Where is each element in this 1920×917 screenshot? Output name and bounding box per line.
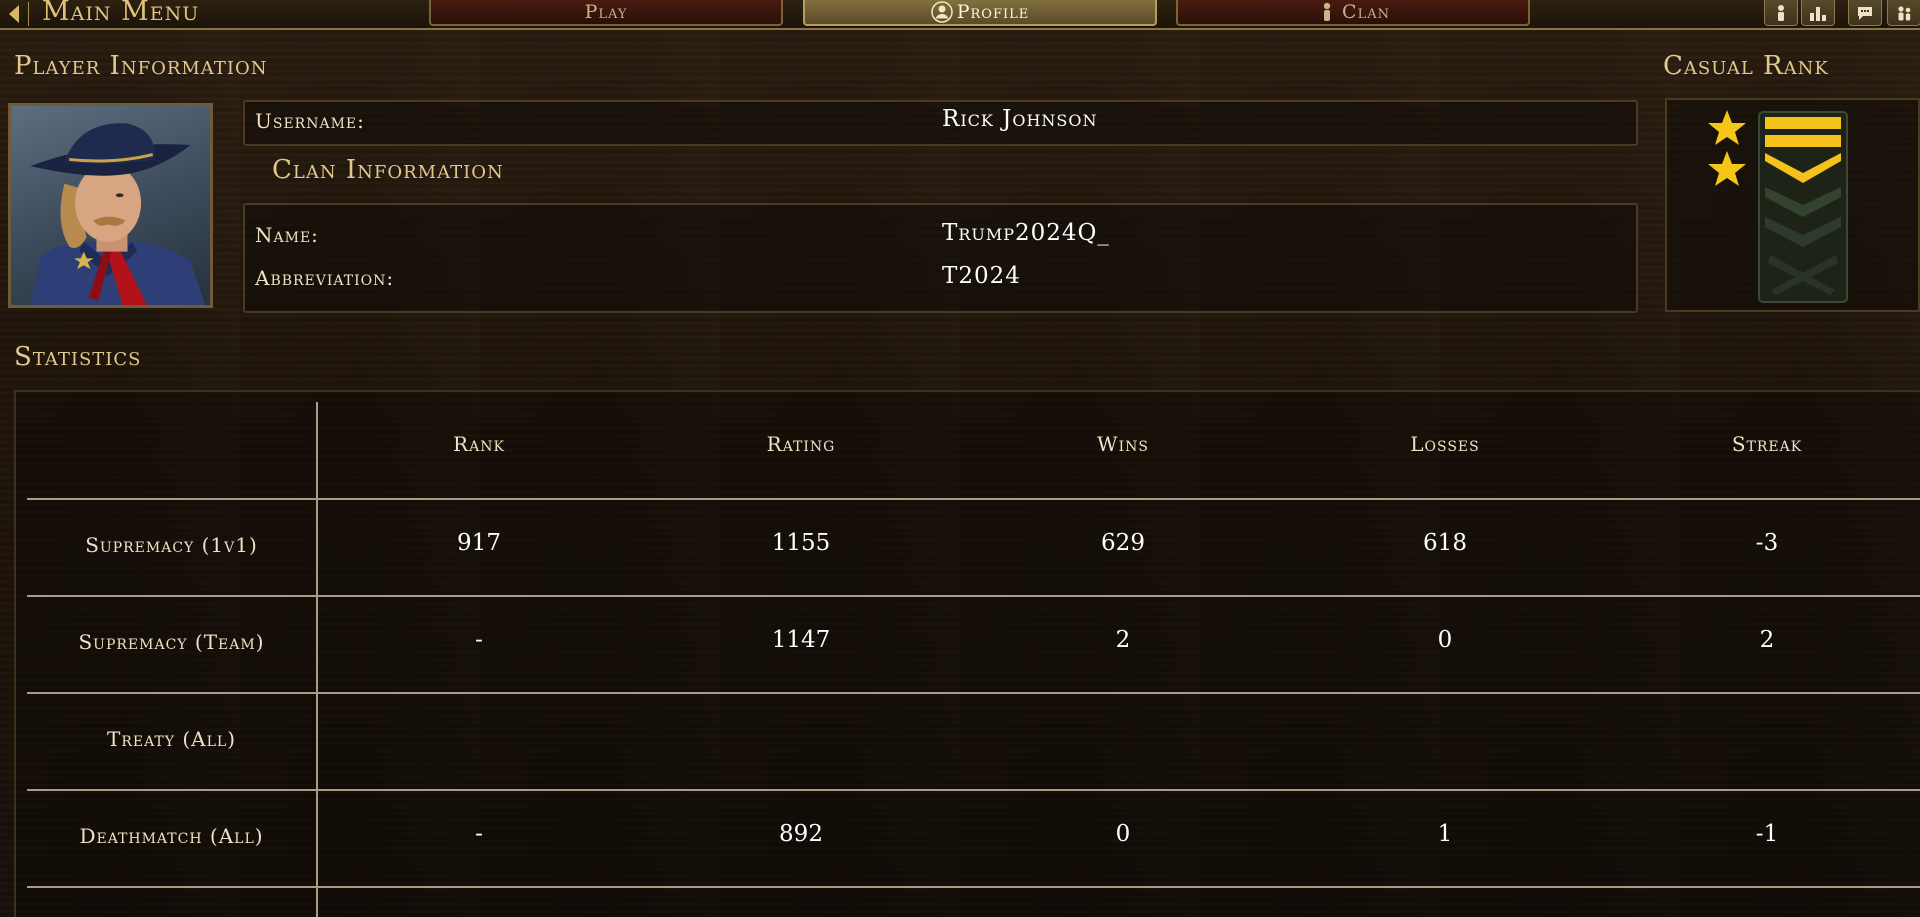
chat-icon[interactable] xyxy=(1848,0,1882,26)
clan-abbreviation-value: T2024 xyxy=(942,263,1021,289)
avatar-portrait-image xyxy=(30,123,206,305)
column-header-losses: Losses xyxy=(1410,432,1480,456)
username-value: Rick Johnson xyxy=(942,106,1098,132)
table-cell: 1147 xyxy=(771,627,831,653)
row-header-supremacy-1v1: Supremacy (1v1) xyxy=(85,533,258,557)
person-icon[interactable] xyxy=(1764,0,1798,26)
back-arrow-icon[interactable] xyxy=(0,0,28,28)
table-divider xyxy=(27,692,1920,694)
rank-insignia-icon xyxy=(1708,110,1848,303)
row-header-deathmatch: Deathmatch (All) xyxy=(79,824,264,848)
player-avatar xyxy=(8,103,213,308)
table-cell: 0 xyxy=(1437,627,1453,653)
table-cell: - xyxy=(475,627,483,653)
tab-play[interactable]: Play xyxy=(429,0,783,26)
leaderboard-icon[interactable] xyxy=(1801,0,1835,26)
friends-icon[interactable] xyxy=(1887,0,1920,26)
row-header-treaty: Treaty (All) xyxy=(106,727,237,751)
statistics-heading: Statistics xyxy=(14,342,142,372)
username-box xyxy=(243,100,1638,146)
tab-profile-label: Profile xyxy=(956,1,1030,23)
clan-abbreviation-label: Abbreviation: xyxy=(255,266,395,290)
person-icon xyxy=(1316,1,1338,23)
tab-profile[interactable]: Profile xyxy=(803,0,1157,26)
main-menu-button[interactable]: Main Menu xyxy=(42,0,199,27)
tab-clan-label: Clan xyxy=(1342,1,1390,23)
table-cell: 618 xyxy=(1423,530,1467,556)
tab-play-label: Play xyxy=(584,1,628,23)
table-cell: 0 xyxy=(1115,821,1131,847)
table-cell: -3 xyxy=(1755,530,1779,556)
table-cell: 2 xyxy=(1115,627,1131,653)
profile-icon xyxy=(930,1,953,23)
clan-name-value: Trump2024Q_ xyxy=(942,220,1110,246)
table-divider xyxy=(27,789,1920,791)
table-cell: 2 xyxy=(1759,627,1775,653)
table-divider xyxy=(27,886,1920,888)
table-cell: -1 xyxy=(1755,821,1779,847)
table-cell: 629 xyxy=(1101,530,1145,556)
top-navigation-bar: Main Menu Play Profile Clan xyxy=(0,0,1920,30)
table-divider-vertical xyxy=(316,402,318,917)
row-header-supremacy-team: Supremacy (Team) xyxy=(78,630,265,654)
column-header-rating: Rating xyxy=(766,432,836,456)
table-cell: - xyxy=(475,821,483,847)
username-label: Username: xyxy=(255,109,365,133)
tab-clan[interactable]: Clan xyxy=(1176,0,1530,26)
clan-name-label: Name: xyxy=(255,223,319,247)
table-divider xyxy=(27,595,1920,597)
column-header-streak: Streak xyxy=(1731,432,1803,456)
column-header-wins: Wins xyxy=(1097,432,1149,456)
table-divider xyxy=(27,498,1920,500)
column-header-rank: Rank xyxy=(453,432,505,456)
table-cell: 1155 xyxy=(771,530,831,556)
table-cell: 1 xyxy=(1437,821,1453,847)
divider xyxy=(28,2,29,26)
table-cell: 892 xyxy=(779,821,823,847)
casual-rank-heading: Casual Rank xyxy=(1663,51,1829,81)
player-information-heading: Player Information xyxy=(14,51,268,81)
table-cell: 917 xyxy=(457,530,501,556)
clan-information-heading: Clan Information xyxy=(272,155,504,185)
clan-info-box xyxy=(243,203,1638,313)
